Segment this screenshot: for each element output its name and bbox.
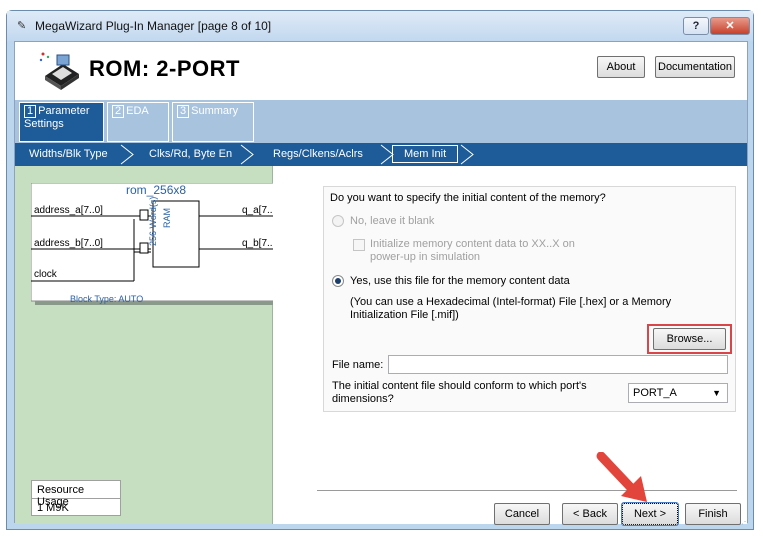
init-xx-label-1: Initialize memory content data to XX..X … — [370, 238, 575, 250]
window-title: MegaWizard Plug-In Manager [page 8 of 10… — [35, 19, 272, 33]
block-type-label: Block Type: AUTO — [70, 294, 144, 304]
wizard-tabs: 1 Parameter Settings 2 EDA 3 Summary — [15, 100, 747, 143]
finish-button[interactable]: Finish — [685, 503, 741, 525]
close-button[interactable]: ✕ — [710, 17, 750, 35]
radio-no-init-label: No, leave it blank — [350, 215, 435, 227]
resource-usage-header: Resource Usage — [32, 481, 120, 508]
radio-use-file[interactable] — [332, 275, 344, 287]
ram-size-label: 256 Word(s) — [148, 196, 158, 246]
tab-label: Summary — [191, 105, 239, 117]
block-diagram-pane: rom_256x8 address_a[7..0] address_b[7..0… — [15, 166, 287, 524]
help-button[interactable]: ? — [683, 17, 709, 35]
browse-button[interactable]: Browse... — [653, 328, 726, 350]
port-address-a: address_a[7..0] — [34, 205, 103, 216]
documentation-button[interactable]: Documentation — [655, 56, 735, 78]
wizard-body: ROM: 2-PORT About Documentation 1 Paramet… — [14, 41, 748, 526]
app-icon: ✎ — [17, 20, 27, 32]
step-regs[interactable]: Regs/Clkens/Aclrs — [273, 147, 363, 161]
tab-parameter-settings[interactable]: 1 Parameter Settings — [19, 102, 104, 142]
port-question-2: dimensions? — [332, 393, 394, 405]
tab-number: 1 — [24, 105, 37, 118]
footer-divider — [317, 490, 737, 491]
about-button[interactable]: About — [597, 56, 645, 78]
tab-label: EDA — [126, 105, 149, 117]
tab-number: 3 — [177, 105, 190, 118]
wizard-window: ✎ MegaWizard Plug-In Manager [page 8 of … — [6, 10, 754, 530]
step-bar: Widths/Blk Type Clks/Rd, Byte En Regs/Cl… — [15, 143, 747, 166]
port-address-b: address_b[7..0] — [34, 238, 103, 249]
ram-type-label: RAM — [162, 208, 172, 228]
radio-use-file-label: Yes, use this file for the memory conten… — [350, 275, 570, 287]
cancel-button[interactable]: Cancel — [494, 503, 550, 525]
init-question: Do you want to specify the initial conte… — [330, 192, 606, 204]
resize-grip-icon[interactable]: ⋰ — [741, 517, 751, 527]
wizard-header: ROM: 2-PORT About Documentation — [15, 42, 747, 100]
tab-summary[interactable]: 3 Summary — [172, 102, 254, 142]
mem-init-group: Do you want to specify the initial conte… — [323, 186, 736, 412]
step-widths[interactable]: Widths/Blk Type — [29, 147, 108, 161]
tab-number: 2 — [112, 105, 125, 118]
init-xx-label-2: power-up in simulation — [370, 251, 481, 263]
page-title: ROM: 2-PORT — [89, 56, 240, 81]
radio-no-init[interactable] — [332, 215, 344, 227]
file-format-note-2: Initialization File [.mif]) — [350, 309, 459, 321]
tab-eda[interactable]: 2 EDA — [107, 102, 169, 142]
port-clock: clock — [34, 269, 57, 280]
init-xx-checkbox[interactable] — [353, 239, 365, 251]
file-name-label: File name: — [332, 359, 384, 371]
file-name-input[interactable] — [388, 355, 728, 374]
megafunction-chip-icon — [39, 52, 79, 90]
diagram-title: rom_256x8 — [126, 183, 187, 197]
resource-usage-box: Resource Usage 1 M9K — [31, 480, 121, 516]
chevron-down-icon: ▼ — [712, 388, 721, 398]
mem-init-pane: Do you want to specify the initial conte… — [273, 166, 747, 526]
resource-usage-value: 1 M9K — [37, 502, 69, 514]
file-format-note-1: (You can use a Hexadecimal (Intel-format… — [350, 296, 672, 308]
step-clks[interactable]: Clks/Rd, Byte En — [149, 147, 232, 161]
port-select-value: PORT_A — [633, 387, 677, 399]
port-question-1: The initial content file should conform … — [332, 380, 587, 392]
title-bar: ✎ MegaWizard Plug-In Manager [page 8 of … — [7, 11, 753, 41]
step-chevrons — [120, 144, 474, 165]
pointer-arrow-icon — [596, 452, 647, 502]
port-select[interactable]: PORT_A ▼ — [628, 383, 728, 403]
radio-selected-dot — [335, 278, 341, 284]
step-mem-init[interactable]: Mem Init — [392, 145, 459, 163]
